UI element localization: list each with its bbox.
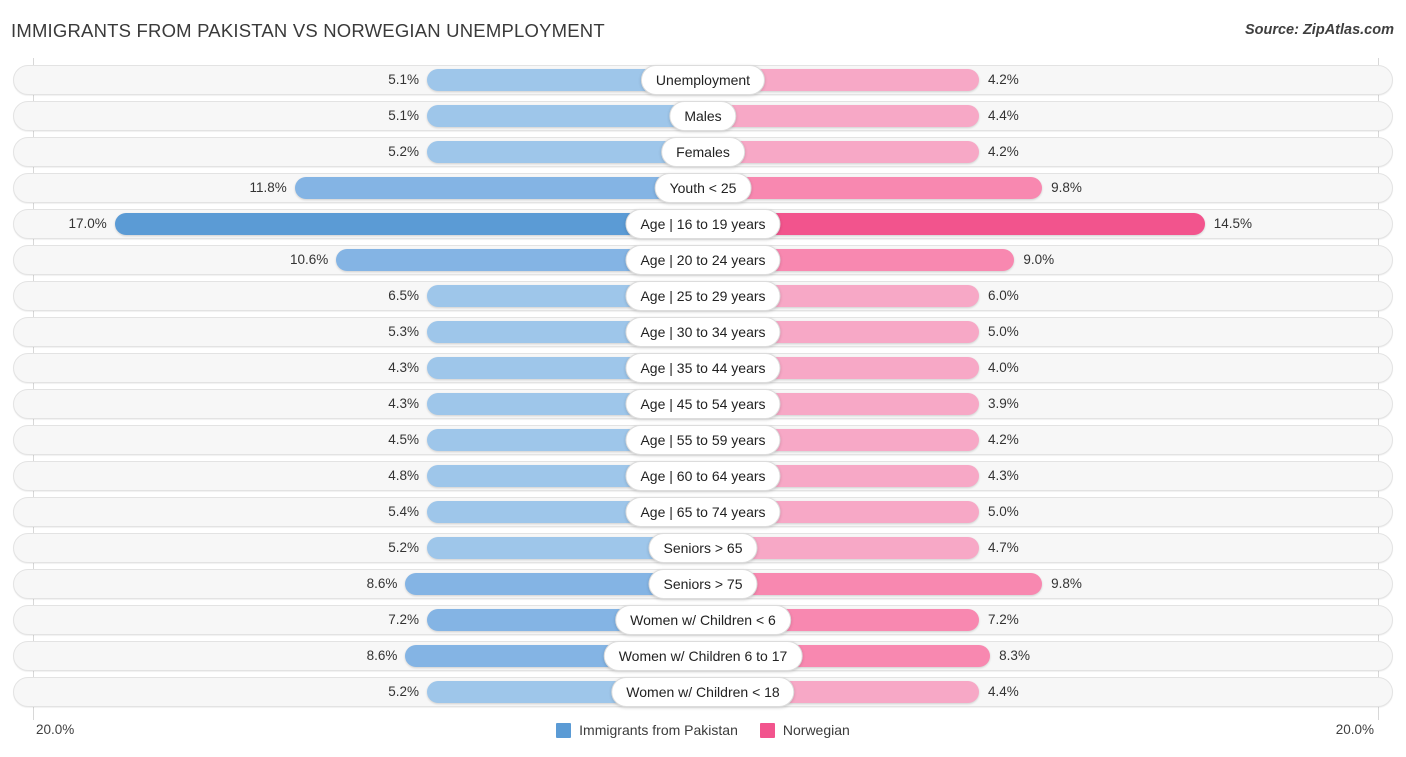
value-label-right: 4.2% [988,432,1019,447]
category-label[interactable]: Females [661,137,745,167]
legend-swatch-icon [759,722,775,738]
chart-footer: 20.0% 20.0% Immigrants from Pakistan Norw… [0,718,1406,757]
value-label-right: 9.8% [1051,180,1082,195]
bar-row: 8.6% 9.8% Seniors > 75 [13,566,1393,602]
bar-row: 4.5% 4.2% Age | 55 to 59 years [13,422,1393,458]
value-label-left: 5.4% [388,504,419,519]
bar-row: 6.5% 6.0% Age | 25 to 29 years [13,278,1393,314]
category-label[interactable]: Women w/ Children < 18 [611,677,795,707]
category-label[interactable]: Women w/ Children 6 to 17 [603,641,803,671]
category-label[interactable]: Age | 16 to 19 years [625,209,781,239]
chart-plot-area: 5.1% 4.2% Unemployment 5.1% 4.4% Males 5.2% 4.2… [0,58,1406,720]
bar-right [703,177,1043,199]
category-label[interactable]: Age | 55 to 59 years [625,425,781,455]
bar-row: 5.1% 4.4% Males [13,98,1393,134]
category-label[interactable]: Unemployment [640,65,766,95]
bar-right [703,105,979,127]
category-label[interactable]: Women w/ Children < 6 [615,605,791,635]
legend-label: Immigrants from Pakistan [579,722,738,738]
value-label-left: 5.2% [388,144,419,159]
value-label-left: 10.6% [289,252,329,267]
value-label-right: 7.2% [988,612,1019,627]
chart-legend: Immigrants from Pakistan Norwegian [0,722,1406,738]
value-label-right: 14.5% [1213,216,1252,231]
value-label-right: 6.0% [988,288,1019,303]
value-label-right: 4.4% [988,684,1019,699]
value-label-right: 9.0% [1023,252,1055,267]
category-label[interactable]: Age | 20 to 24 years [625,245,781,275]
value-label-right: 4.2% [988,144,1019,159]
bar-left [294,177,703,199]
category-label[interactable]: Seniors > 65 [648,533,758,563]
bar-row: 5.1% 4.2% Unemployment [13,62,1393,98]
value-label-right: 4.4% [988,108,1019,123]
value-label-right: 5.0% [988,324,1019,339]
category-label[interactable]: Age | 60 to 64 years [625,461,781,491]
bar-left [427,105,703,127]
bar-rows: 5.1% 4.2% Unemployment 5.1% 4.4% Males 5.2% 4.2… [13,62,1393,710]
legend-swatch-icon [556,722,572,738]
bar-row: 11.8% 9.8% Youth < 25 [13,170,1393,206]
category-label[interactable]: Youth < 25 [654,173,752,203]
bar-row: 8.6% 8.3% Women w/ Children 6 to 17 [13,638,1393,674]
category-label[interactable]: Seniors > 75 [648,569,758,599]
value-label-right: 8.3% [999,648,1030,663]
value-label-left: 8.6% [366,648,398,663]
value-label-right: 5.0% [988,504,1019,519]
value-label-right: 4.3% [988,468,1019,483]
value-label-left: 5.1% [388,108,419,123]
value-label-right: 4.7% [988,540,1019,555]
value-label-left: 4.5% [388,432,419,447]
value-label-right: 4.2% [988,72,1019,87]
bar-left [114,213,703,235]
bar-row: 5.2% 4.4% Women w/ Children < 18 [13,674,1393,710]
bar-row: 4.3% 4.0% Age | 35 to 44 years [13,350,1393,386]
value-label-left: 8.6% [366,576,398,591]
value-label-left: 5.2% [388,684,419,699]
legend-item[interactable]: Immigrants from Pakistan [556,722,738,738]
category-label[interactable]: Age | 25 to 29 years [625,281,781,311]
bar-row: 5.3% 5.0% Age | 30 to 34 years [13,314,1393,350]
bar-row: 5.2% 4.7% Seniors > 65 [13,530,1393,566]
value-label-left: 5.2% [388,540,419,555]
category-label[interactable]: Age | 35 to 44 years [625,353,781,383]
value-label-left: 4.3% [388,360,419,375]
bar-row: 5.2% 4.2% Females [13,134,1393,170]
value-label-left: 4.8% [388,468,419,483]
bar-row: 7.2% 7.2% Women w/ Children < 6 [13,602,1393,638]
value-label-right: 4.0% [988,360,1019,375]
category-label[interactable]: Age | 45 to 54 years [625,389,781,419]
value-label-left: 4.3% [388,396,419,411]
source-attribution: Source: ZipAtlas.com [1244,22,1394,38]
value-label-right: 9.8% [1051,576,1082,591]
bar-row: 5.4% 5.0% Age | 65 to 74 years [13,494,1393,530]
bar-row: 17.0% 14.5% Age | 16 to 19 years [13,206,1393,242]
value-label-left: 6.5% [388,288,419,303]
value-label-left: 5.3% [388,324,419,339]
category-label[interactable]: Age | 65 to 74 years [625,497,781,527]
value-label-left: 5.1% [388,72,419,87]
bar-row: 4.8% 4.3% Age | 60 to 64 years [13,458,1393,494]
value-label-left: 11.8% [249,180,287,195]
value-label-left: 17.0% [68,216,107,231]
chart-page: IMMIGRANTS FROM PAKISTAN VS NORWEGIAN UN… [0,0,1406,757]
category-label[interactable]: Age | 30 to 34 years [625,317,781,347]
category-label[interactable]: Males [669,101,737,131]
legend-label: Norwegian [782,722,850,738]
bar-row: 10.6% 9.0% Age | 20 to 24 years [13,242,1393,278]
page-title: IMMIGRANTS FROM PAKISTAN VS NORWEGIAN UN… [11,20,605,41]
legend-item[interactable]: Norwegian [759,722,850,738]
value-label-left: 7.2% [388,612,419,627]
value-label-right: 3.9% [988,396,1019,411]
bar-row: 4.3% 3.9% Age | 45 to 54 years [13,386,1393,422]
